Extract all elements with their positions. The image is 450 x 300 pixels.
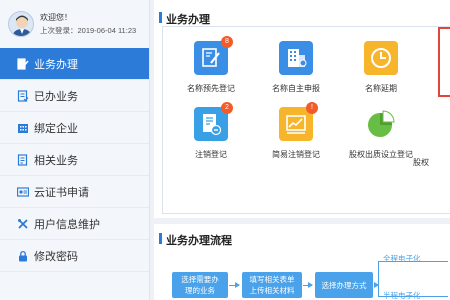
done-doc-icon <box>17 90 29 102</box>
sidebar-item-label: 修改密码 <box>34 250 78 263</box>
flow-step-fill-form[interactable]: 填写相关表单 上传相关材料 <box>242 272 302 298</box>
pie-chart-icon <box>364 107 398 141</box>
sidebar-item-label: 云证书申请 <box>34 186 89 199</box>
business-panel: 业务办理 8 名称预先登记 名称自主申报 名称延期 2 注销登记 ! 简易注销登… <box>154 0 450 218</box>
notification-badge: 2 <box>221 102 233 114</box>
sidebar-item-bind-company[interactable]: 绑定企业 <box>0 112 149 144</box>
flow-arrow <box>229 282 240 288</box>
flow-step-line: 理的业务 <box>185 286 215 295</box>
sidebar-item-change-password[interactable]: 修改密码 <box>0 240 149 272</box>
welcome-text: 欢迎您！ <box>40 13 72 22</box>
chart-doc-icon: ! <box>279 102 318 141</box>
pen-doc-icon: 8 <box>194 36 233 75</box>
sidebar-item-cloud-cert[interactable]: 云证书申请 <box>0 176 149 208</box>
flow-arrow <box>303 282 313 288</box>
tile-label: 简易注销登记 <box>272 150 320 159</box>
tile-label: 注销登记 <box>195 150 227 159</box>
flow-step-line: 上传相关材料 <box>249 286 295 295</box>
sidebar-item-related[interactable]: 相关业务 <box>0 144 149 176</box>
flow-step-choose-method[interactable]: 选择办理方式 <box>315 272 373 298</box>
tile-simple-deregistration[interactable]: ! 简易注销登记 <box>256 102 336 160</box>
flow-step-line: 选择需要办 <box>181 275 219 284</box>
sidebar-nav: 业务办理 已办业务 绑定企业 相关业务 云证书申请 用户信息维护 修改密码 <box>0 48 149 272</box>
tile-deregistration[interactable]: 2 注销登记 <box>171 102 251 160</box>
building-icon <box>17 122 29 134</box>
sidebar-item-label: 绑定企业 <box>34 122 78 135</box>
sidebar-item-label: 已办业务 <box>34 90 78 103</box>
flow-step-select-business[interactable]: 选择需要办 理的业务 <box>172 272 228 298</box>
tools-icon <box>17 218 29 230</box>
sidebar-item-user-info[interactable]: 用户信息维护 <box>0 208 149 240</box>
tile-label: 股权 <box>413 158 429 167</box>
cancel-doc-icon: 2 <box>194 102 233 141</box>
sidebar-item-business[interactable]: 业务办理 <box>0 48 149 80</box>
edit-doc-icon <box>17 58 29 70</box>
sidebar-item-label: 相关业务 <box>34 154 78 167</box>
tile-equity-pledge[interactable]: 股权出质设立登记 <box>341 107 421 160</box>
flow-branch-half-electronic: 半程电子化 <box>383 291 421 300</box>
main-content: 业务办理 8 名称预先登记 名称自主申报 名称延期 2 注销登记 ! 简易注销登… <box>150 0 450 300</box>
certificate-icon <box>16 186 30 198</box>
notification-badge: ! <box>306 102 318 114</box>
business-grid: 8 名称预先登记 名称自主申报 名称延期 2 注销登记 ! 简易注销登记 股权出… <box>162 26 450 214</box>
highlighted-tile-box[interactable] <box>438 27 450 97</box>
sidebar-item-done[interactable]: 已办业务 <box>0 80 149 112</box>
flow-step-line: 填写相关表单 <box>249 275 295 284</box>
last-login-text: 上次登录：2019-06-04 11:23 <box>40 26 137 35</box>
clock-icon <box>364 41 398 75</box>
sidebar-item-label: 业务办理 <box>34 58 78 71</box>
notification-badge: 8 <box>221 36 233 48</box>
tile-equity-partial[interactable]: 股权 <box>413 107 450 168</box>
tile-label: 名称预先登记 <box>187 84 235 93</box>
related-doc-icon <box>17 154 29 166</box>
flow-branch-full-electronic: 全程电子化 <box>383 254 421 263</box>
tile-label: 名称自主申报 <box>272 84 320 93</box>
tile-name-self-declaration[interactable]: 名称自主申报 <box>256 41 336 94</box>
flow-branch-top-line <box>378 261 448 285</box>
avatar[interactable] <box>8 11 34 37</box>
sidebar: 欢迎您！ 上次登录：2019-06-04 11:23 业务办理 已办业务 绑定企… <box>0 0 150 300</box>
flow-panel: 业务办理流程 选择需要办 理的业务 填写相关表单 上传相关材料 选择办理方式 全… <box>154 224 450 300</box>
tile-label: 股权出质设立登记 <box>349 150 413 159</box>
business-section-title: 业务办理 <box>159 11 210 27</box>
tile-label: 名称延期 <box>365 84 397 93</box>
lock-icon <box>17 250 29 262</box>
flow-step-line: 选择办理方式 <box>321 280 367 290</box>
tile-name-extension[interactable]: 名称延期 <box>341 41 421 94</box>
sidebar-item-label: 用户信息维护 <box>34 218 100 231</box>
tile-name-preregistration[interactable]: 8 名称预先登记 <box>171 36 251 94</box>
building-icon <box>279 41 313 75</box>
flow-section-title: 业务办理流程 <box>159 232 232 248</box>
user-profile: 欢迎您！ 上次登录：2019-06-04 11:23 <box>0 0 149 48</box>
